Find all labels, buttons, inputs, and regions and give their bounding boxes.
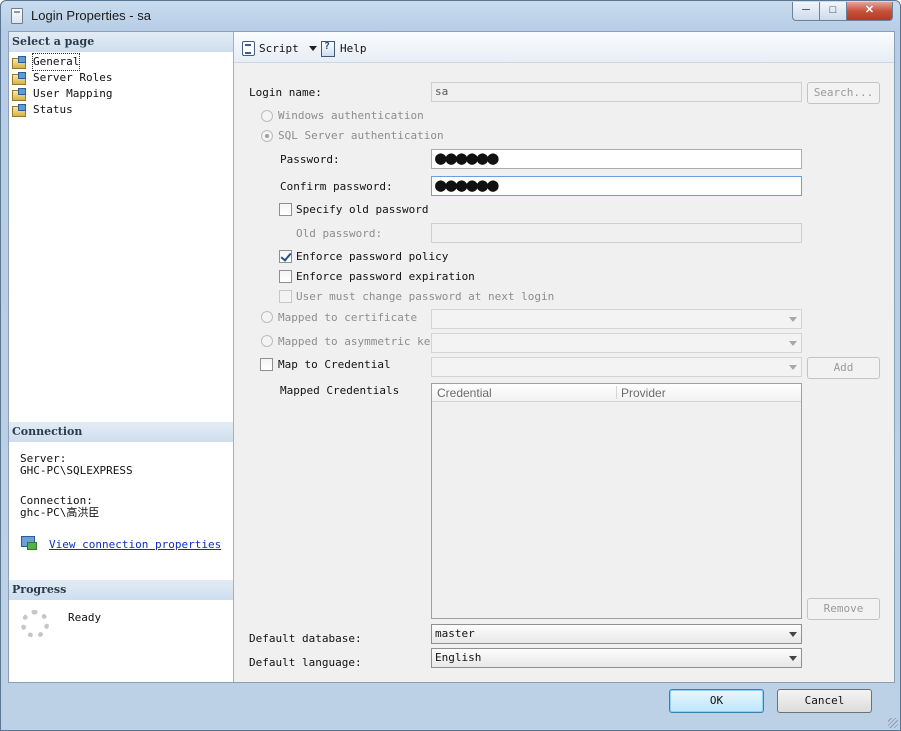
windows-auth-radio[interactable]: [261, 110, 273, 122]
map-to-credential-label: Map to Credential: [278, 358, 391, 371]
password-mask: ●●●●●●: [435, 147, 499, 169]
chevron-down-icon[interactable]: [308, 45, 317, 51]
page-item-user-mapping[interactable]: User Mapping: [12, 86, 112, 102]
help-icon: [320, 40, 336, 57]
window-app-icon: [11, 8, 23, 24]
connection-properties-icon: [21, 536, 37, 550]
page-item-status[interactable]: Status: [12, 102, 112, 118]
script-button[interactable]: Script: [240, 40, 317, 56]
default-language-value: English: [435, 651, 482, 664]
progress-spinner-icon: [21, 610, 49, 638]
mapped-asymmetric-key-radio[interactable]: [261, 335, 273, 347]
old-password-input[interactable]: [431, 223, 802, 243]
enforce-expiration-label: Enforce password expiration: [296, 270, 475, 283]
chevron-down-icon: [789, 656, 797, 661]
page-icon: [12, 104, 27, 117]
login-name-input[interactable]: sa: [431, 82, 802, 102]
page-item-label: Server Roles: [33, 71, 113, 84]
mapped-credentials-label: Mapped Credentials: [280, 384, 400, 397]
default-database-label: Default database:: [249, 632, 362, 645]
page-item-label: User Mapping: [33, 87, 113, 100]
default-database-value: master: [435, 627, 475, 640]
server-value: GHC-PC\SQLEXPRESS: [20, 464, 133, 477]
script-icon: [240, 40, 256, 56]
chevron-down-icon: [789, 317, 797, 322]
page-item-label: General: [31, 53, 81, 71]
page-item-general[interactable]: General: [12, 53, 112, 71]
ok-button[interactable]: OK: [669, 689, 764, 713]
default-language-label: Default language:: [249, 656, 362, 669]
close-button[interactable]: ✕: [846, 2, 893, 21]
toolbar: Script Help: [234, 32, 894, 63]
confirm-password-input[interactable]: ●●●●●●: [431, 176, 802, 196]
dialog-footer: OK Cancel: [1, 683, 900, 730]
help-label: Help: [340, 41, 367, 55]
remove-button[interactable]: Remove: [807, 598, 880, 620]
asymmetric-key-select[interactable]: [431, 333, 802, 353]
resize-grip-icon[interactable]: [888, 718, 898, 728]
page-icon: [12, 56, 27, 69]
grid-header: Credential Provider: [432, 384, 801, 402]
connection-header: Connection: [9, 422, 233, 442]
add-button[interactable]: Add: [807, 357, 880, 379]
chevron-down-icon: [789, 365, 797, 370]
mapped-certificate-radio[interactable]: [261, 311, 273, 323]
chevron-down-icon: [789, 632, 797, 637]
page-icon: [12, 88, 27, 101]
search-button[interactable]: Search...: [807, 82, 880, 104]
mapped-credentials-grid[interactable]: Credential Provider: [431, 383, 802, 619]
grid-column-separator: [616, 386, 617, 399]
grid-column-provider[interactable]: Provider: [621, 386, 666, 400]
script-label: Script: [259, 41, 299, 55]
windows-auth-label: Windows authentication: [278, 109, 424, 122]
password-label: Password:: [280, 153, 340, 166]
page-item-label: Status: [33, 103, 73, 116]
sql-auth-radio[interactable]: [261, 130, 273, 142]
specify-old-password-checkbox[interactable]: [279, 203, 292, 216]
map-to-credential-checkbox[interactable]: [260, 358, 273, 371]
chevron-down-icon: [789, 341, 797, 346]
general-page: Script Help Login name: sa Search... Win…: [234, 32, 894, 682]
credential-select[interactable]: [431, 357, 802, 377]
confirm-password-label: Confirm password:: [280, 180, 393, 193]
must-change-checkbox[interactable]: [279, 290, 292, 303]
cancel-button[interactable]: Cancel: [777, 689, 872, 713]
sql-auth-label: SQL Server authentication: [278, 129, 444, 142]
connection-value: ghc-PC\高洪臣: [20, 506, 100, 519]
certificate-select[interactable]: [431, 309, 802, 329]
minimize-button[interactable]: ─: [792, 2, 820, 21]
progress-status: Ready: [68, 611, 102, 624]
mapped-asymmetric-key-label: Mapped to asymmetric key: [278, 335, 437, 348]
must-change-label: User must change password at next login: [296, 290, 555, 303]
old-password-label: Old password:: [296, 227, 383, 240]
progress-header: Progress: [9, 580, 233, 600]
password-input[interactable]: ●●●●●●: [431, 149, 802, 169]
default-language-select[interactable]: English: [431, 648, 802, 668]
window-title: Login Properties - sa: [31, 8, 151, 23]
enforce-policy-checkbox[interactable]: [279, 250, 292, 263]
dialog-client-area: Select a page General Server Roles User …: [8, 31, 895, 683]
title-bar[interactable]: Login Properties - sa ─ □ ✕: [1, 1, 900, 31]
select-page-header: Select a page: [9, 32, 233, 52]
mapped-certificate-label: Mapped to certificate: [278, 311, 418, 324]
view-connection-properties-link[interactable]: View connection properties: [49, 538, 221, 551]
login-name-label: Login name:: [249, 86, 322, 99]
left-pane: Select a page General Server Roles User …: [9, 32, 234, 682]
maximize-button[interactable]: □: [819, 2, 847, 21]
grid-column-credential[interactable]: Credential: [437, 386, 492, 400]
confirm-password-mask: ●●●●●●: [435, 174, 499, 196]
page-icon: [12, 72, 27, 85]
page-list: General Server Roles User Mapping Status: [12, 53, 112, 118]
enforce-policy-label: Enforce password policy: [296, 250, 449, 263]
page-item-server-roles[interactable]: Server Roles: [12, 70, 112, 86]
specify-old-password-label: Specify old password: [296, 203, 429, 216]
help-button[interactable]: Help: [320, 40, 367, 57]
default-database-select[interactable]: master: [431, 624, 802, 644]
enforce-expiration-checkbox[interactable]: [279, 270, 292, 283]
login-properties-window: Login Properties - sa ─ □ ✕ Select a pag…: [0, 0, 901, 731]
